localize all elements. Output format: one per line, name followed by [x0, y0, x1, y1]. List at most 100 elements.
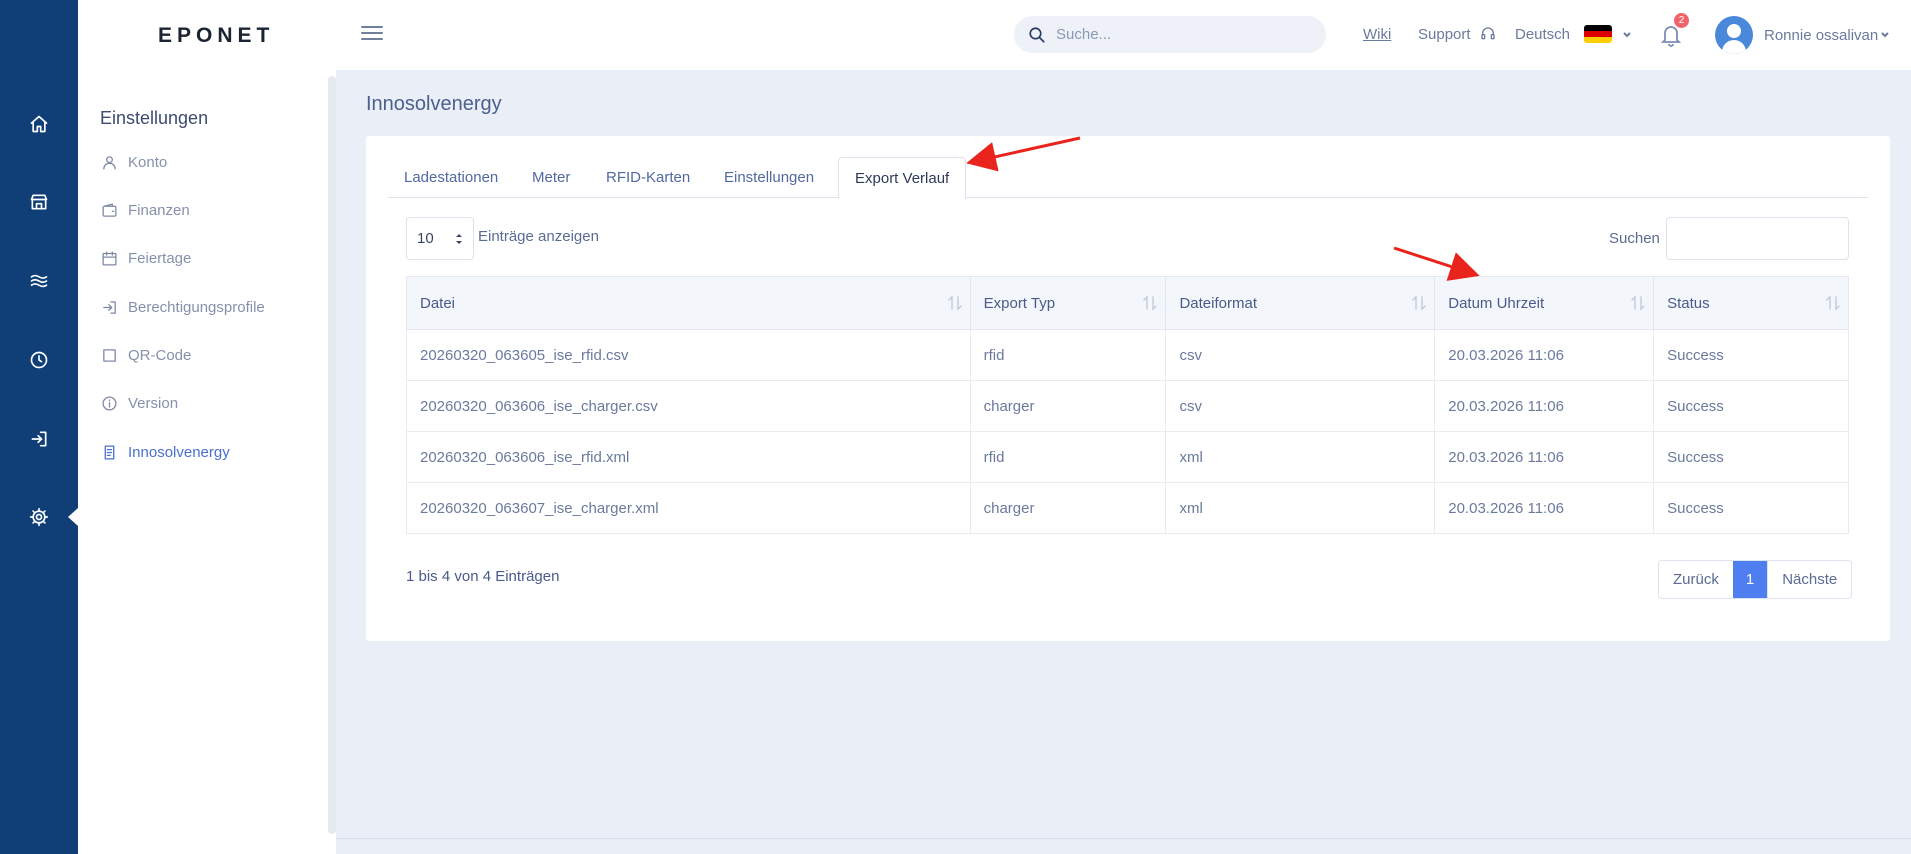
pagination-page-button[interactable]: 1	[1732, 561, 1768, 598]
table-row: 20260320_063606_ise_rfid.xml rfid xml 20…	[406, 431, 1849, 483]
column-label: Datei	[420, 294, 456, 312]
cell-file-format: xml	[1165, 431, 1436, 483]
page-title: Innosolvenergy	[366, 93, 502, 115]
cell-file: 20260320_063606_ise_charger.csv	[406, 380, 971, 432]
enter-icon	[100, 298, 118, 316]
sidebar-item-label: Berechtigungsprofile	[128, 298, 265, 316]
avatar[interactable]	[1715, 16, 1753, 54]
cell-datetime: 20.03.2026 11:06	[1434, 329, 1655, 381]
table-row: 20260320_063606_ise_charger.csv charger …	[406, 380, 1849, 432]
settings-sidebar: Einstellungen Konto Finanzen Feiertage B…	[78, 70, 336, 854]
sort-icon	[1826, 295, 1840, 311]
home-icon[interactable]	[25, 110, 53, 138]
column-label: Export Typ	[983, 294, 1056, 312]
sidebar-item-version[interactable]: Version	[100, 391, 320, 415]
chevron-down-icon[interactable]	[1880, 27, 1890, 38]
sort-icon	[1143, 295, 1158, 311]
sort-icon	[1631, 295, 1645, 311]
cell-datetime: 20.03.2026 11:06	[1434, 431, 1655, 483]
sidebar-item-label: Konto	[128, 153, 168, 171]
cell-status: Success	[1653, 380, 1849, 432]
menu-toggle-icon[interactable]	[361, 22, 383, 44]
wiki-link[interactable]: Wiki	[1363, 26, 1391, 43]
column-header-datei[interactable]: Datei	[406, 276, 971, 330]
headset-icon[interactable]	[1480, 26, 1496, 42]
pagination: Zurück 1 Nächste	[1658, 560, 1853, 599]
tab-einstellungen[interactable]: Einstellungen	[708, 157, 830, 198]
user-name[interactable]: Ronnie ossalivan	[1764, 27, 1878, 44]
cell-file-format: csv	[1165, 329, 1436, 381]
table-search-label: Suchen	[1609, 230, 1660, 247]
german-flag-icon[interactable]	[1584, 25, 1612, 43]
sidebar-item-qr-code[interactable]: QR-Code	[100, 343, 320, 367]
tab-rfid-karten[interactable]: RFID-Karten	[590, 157, 706, 198]
cell-file-format: csv	[1165, 380, 1436, 432]
sidebar-title: Einstellungen	[100, 108, 209, 128]
language-selector[interactable]: Deutsch	[1515, 26, 1570, 43]
square-icon	[100, 346, 118, 364]
sidebar-item-finanzen[interactable]: Finanzen	[100, 198, 320, 222]
sidebar-item-label: Finanzen	[128, 201, 190, 219]
top-header: EPONET Wiki Support Deutsch 2 Ronnie oss…	[78, 0, 1911, 70]
pagination-next-button[interactable]: Nächste	[1767, 561, 1852, 598]
waves-icon[interactable]	[25, 267, 53, 295]
select-arrows-icon	[456, 234, 462, 244]
wallet-icon	[100, 201, 118, 219]
column-header-datum-uhrzeit[interactable]: Datum Uhrzeit	[1434, 276, 1655, 330]
support-link[interactable]: Support	[1418, 26, 1471, 43]
sidebar-item-label: Innosolvenergy	[128, 443, 230, 461]
cell-export-type: rfid	[969, 431, 1167, 483]
tab-meter[interactable]: Meter	[516, 157, 586, 198]
cell-export-type: charger	[969, 380, 1167, 432]
clock-icon[interactable]	[25, 346, 53, 374]
table-search-input[interactable]	[1666, 217, 1849, 260]
login-icon[interactable]	[25, 425, 53, 453]
entries-length-label: Einträge anzeigen	[478, 228, 599, 245]
table-row: 20260320_063607_ise_charger.xml charger …	[406, 482, 1849, 534]
column-header-status[interactable]: Status	[1653, 276, 1849, 330]
content-card: Ladestationen Meter RFID-Karten Einstell…	[366, 136, 1890, 641]
pagination-prev-button[interactable]: Zurück	[1659, 561, 1733, 598]
sidebar-item-label: Version	[128, 394, 179, 412]
logo[interactable]: EPONET	[158, 24, 274, 48]
entries-length-select[interactable]: 10	[406, 217, 474, 260]
cell-status: Success	[1653, 431, 1849, 483]
cell-status: Success	[1653, 329, 1849, 381]
cell-export-type: rfid	[969, 329, 1167, 381]
search-input[interactable]	[1056, 16, 1306, 53]
footer-divider	[336, 838, 1911, 839]
table-header-row: Datei Export Typ Dateiformat Datum Uhrze…	[406, 276, 1849, 330]
sidebar-scrollbar[interactable]	[328, 76, 336, 834]
info-icon	[100, 394, 118, 412]
cell-datetime: 20.03.2026 11:06	[1434, 380, 1655, 432]
notification-badge: 2	[1674, 13, 1689, 28]
column-header-export-typ[interactable]: Export Typ	[969, 276, 1167, 330]
sidebar-item-innosolvenergy[interactable]: Innosolvenergy	[100, 440, 320, 464]
active-indicator	[68, 508, 78, 526]
column-label: Status	[1667, 294, 1710, 312]
cell-datetime: 20.03.2026 11:06	[1434, 482, 1655, 534]
cell-export-type: charger	[969, 482, 1167, 534]
sidebar-item-berechtigungsprofile[interactable]: Berechtigungsprofile	[100, 295, 320, 319]
cell-file: 20260320_063606_ise_rfid.xml	[406, 431, 971, 483]
gear-icon[interactable]	[25, 503, 53, 531]
chevron-down-icon[interactable]	[1622, 27, 1632, 38]
sidebar-item-label: QR-Code	[128, 346, 192, 364]
search-icon	[1029, 27, 1045, 43]
table-row: 20260320_063605_ise_rfid.csv rfid csv 20…	[406, 329, 1849, 381]
cell-file-format: xml	[1165, 482, 1436, 534]
calendar-icon	[100, 249, 118, 267]
export-history-table: Datei Export Typ Dateiformat Datum Uhrze…	[406, 276, 1849, 534]
sidebar-item-label: Feiertage	[128, 249, 192, 267]
document-icon	[100, 443, 118, 461]
tab-ladestationen[interactable]: Ladestationen	[388, 157, 514, 198]
user-icon	[100, 153, 118, 171]
sort-icon	[947, 295, 962, 311]
tab-export-verlauf[interactable]: Export Verlauf	[838, 157, 967, 199]
sidebar-item-feiertage[interactable]: Feiertage	[100, 246, 320, 270]
global-search[interactable]	[1014, 16, 1326, 53]
table-info: 1 bis 4 von 4 Einträgen	[406, 568, 560, 585]
column-header-dateiformat[interactable]: Dateiformat	[1165, 276, 1436, 330]
store-icon[interactable]	[25, 188, 53, 216]
sidebar-item-konto[interactable]: Konto	[100, 150, 320, 174]
